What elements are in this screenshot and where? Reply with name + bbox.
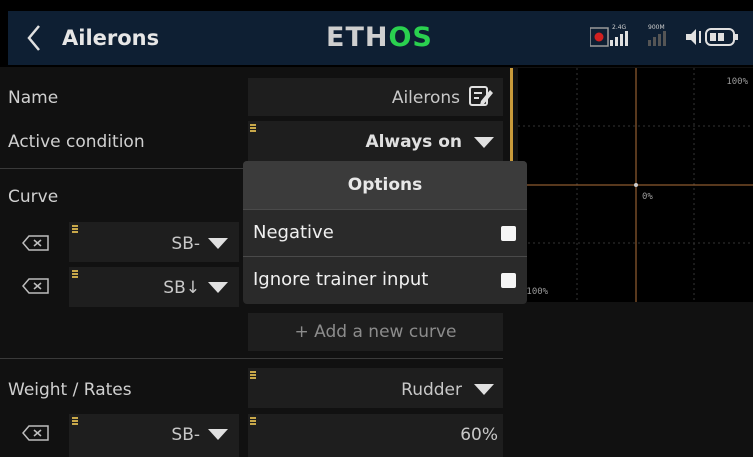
rf-band-label: 2.4G — [612, 24, 627, 31]
page-title: Ailerons — [62, 26, 160, 50]
edit-icon — [469, 85, 493, 111]
name-label: Name — [8, 88, 59, 108]
curve-graph: 100% 0% -100% — [518, 68, 753, 302]
option-negative-checkbox[interactable] — [501, 226, 516, 241]
rf-band2-label: 900M — [648, 24, 665, 31]
option-ignore-trainer-label: Ignore trainer input — [253, 269, 429, 290]
clear-icon[interactable] — [22, 277, 50, 295]
weight-row-source-value: SB- — [171, 425, 200, 445]
active-condition-value: Always on — [365, 132, 462, 152]
battery-icon — [705, 28, 738, 46]
option-negative-label: Negative — [253, 222, 334, 243]
record-icon — [589, 27, 609, 47]
active-condition-label: Active condition — [8, 132, 145, 152]
graph-center-label: 0% — [642, 192, 653, 202]
grip-icon — [250, 371, 256, 379]
volume-icon — [686, 29, 701, 45]
grip-icon — [250, 124, 256, 132]
name-value: Ailerons — [391, 88, 460, 108]
graph-top-label: 100% — [726, 77, 748, 87]
back-button[interactable] — [20, 20, 50, 56]
chevron-down-icon — [208, 238, 228, 249]
curve-source-value-2: SB↓ — [163, 278, 200, 298]
status-area: 2.4G 900M — [589, 24, 750, 52]
grip-icon — [72, 417, 78, 425]
weight-value: 60% — [460, 425, 498, 445]
chevron-left-icon — [27, 25, 40, 51]
options-popup-title: Options — [347, 175, 423, 195]
chevron-down-icon — [208, 429, 228, 440]
chevron-down-icon — [474, 137, 494, 148]
grip-icon — [72, 225, 78, 233]
ethos-logo: ETHOS — [326, 22, 433, 53]
grip-icon — [72, 270, 78, 278]
curve-source-value-1: SB- — [171, 234, 200, 254]
divider — [0, 358, 503, 359]
chevron-down-icon — [208, 282, 228, 293]
clear-icon[interactable] — [22, 424, 50, 442]
add-curve-label: + Add a new curve — [294, 322, 457, 342]
graph-center-point — [634, 183, 638, 187]
curve-label: Curve — [8, 187, 59, 207]
weight-rates-label: Weight / Rates — [8, 380, 132, 400]
weight-source-value: Rudder — [401, 380, 462, 400]
clear-icon[interactable] — [22, 234, 50, 252]
chevron-down-icon — [474, 384, 494, 395]
signal-900m-icon: 900M — [648, 24, 666, 46]
signal-2g4-icon: 2.4G — [610, 24, 628, 46]
grip-icon — [250, 417, 256, 425]
option-ignore-trainer-checkbox[interactable] — [501, 273, 516, 288]
